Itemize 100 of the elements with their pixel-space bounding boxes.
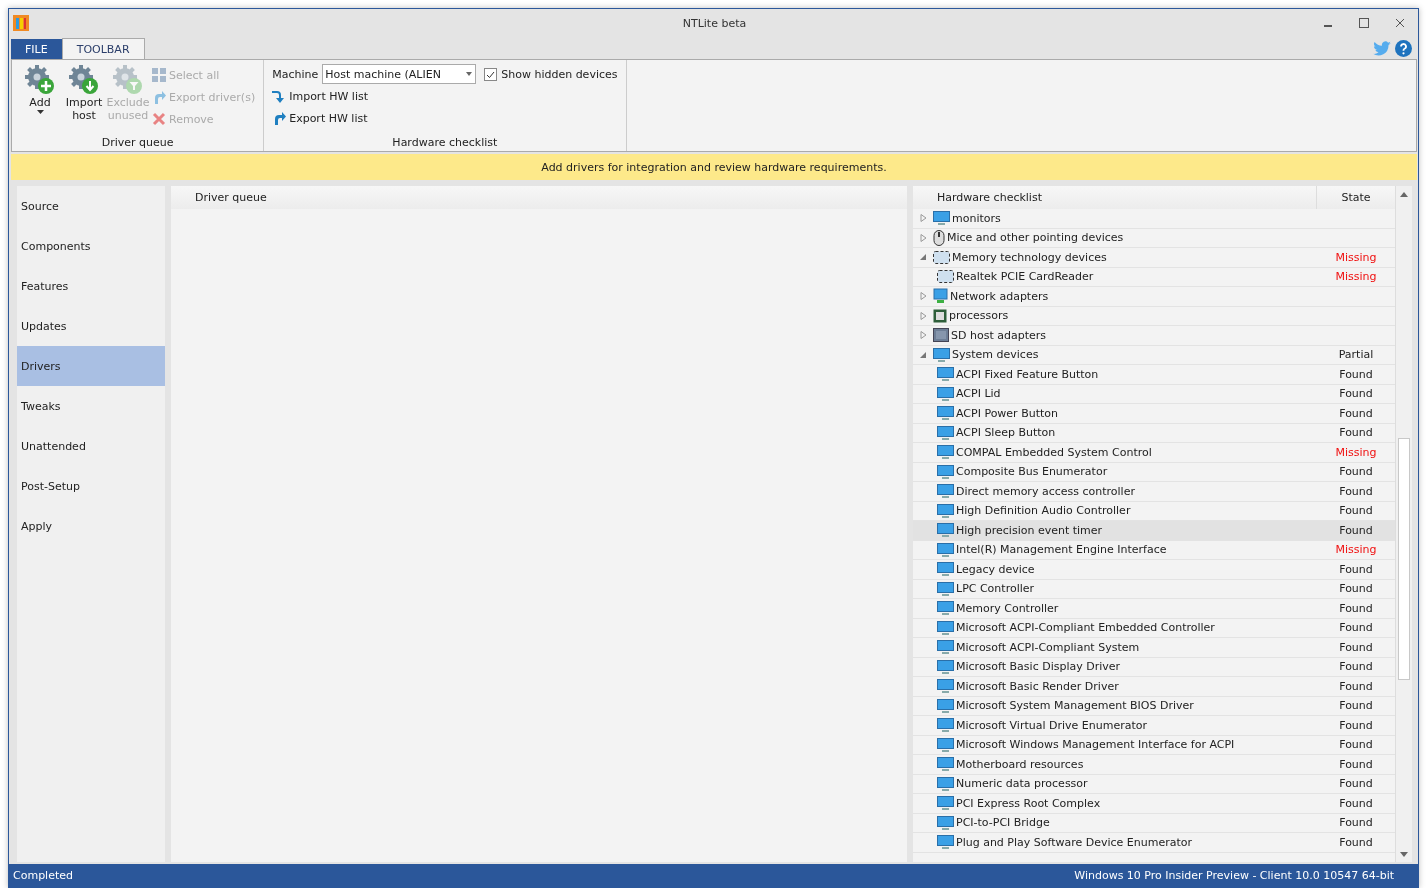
checkbox[interactable] — [484, 67, 498, 81]
tree-row[interactable]: processors — [913, 306, 1395, 326]
caret-icon — [36, 109, 44, 115]
tree-row[interactable]: SD host adapters — [913, 326, 1395, 346]
column-header: Driver queue — [194, 190, 268, 206]
card-icon — [933, 328, 949, 343]
tree-row[interactable]: Microsoft Basic Display Driver Found — [913, 657, 1395, 677]
up-arrow-icon[interactable] — [1400, 191, 1408, 197]
device-name: Microsoft Virtual Drive Enumerator — [956, 718, 1148, 732]
ribbon-button[interactable]: Import HW list — [272, 86, 618, 106]
tree-row[interactable]: System devices Partial — [913, 345, 1395, 365]
help-icon[interactable] — [1395, 40, 1412, 57]
tree-row[interactable]: PCI-to-PCI Bridge Found — [913, 813, 1395, 833]
collapsed-arrow-icon[interactable] — [920, 331, 927, 340]
tree-row[interactable]: Microsoft ACPI-Compliant Embedded Controller Found — [913, 618, 1395, 638]
state-text: Found — [1338, 367, 1374, 381]
state-text: Found — [1338, 523, 1374, 537]
machine-dropdown[interactable]: Host machine (ALIEN — [322, 64, 477, 84]
expanded-arrow-icon[interactable] — [920, 253, 927, 262]
sidebar-item[interactable]: Components — [17, 226, 165, 266]
tree-row[interactable]: Legacy device Found — [913, 560, 1395, 580]
device-name: System devices — [952, 348, 1039, 362]
ribbon-button[interactable]: Add — [20, 64, 60, 136]
tree-row[interactable]: Memory technology devices Missing — [913, 248, 1395, 268]
tree-row[interactable]: Microsoft System Management BIOS Driver Found — [913, 696, 1395, 716]
state-text: Found — [1338, 699, 1374, 713]
state-text: Found — [1338, 640, 1374, 654]
ribbon-button[interactable]: Import host — [64, 64, 104, 136]
tree-row[interactable]: Direct memory access controller Found — [913, 482, 1395, 502]
monitor-icon — [937, 757, 954, 772]
file-menu-tab[interactable]: FILE — [11, 39, 62, 59]
tree-row[interactable]: High precision event timer Found — [913, 521, 1395, 541]
monitor-icon — [937, 601, 954, 616]
status-text: Completed — [13, 869, 73, 882]
state-text: Found — [1338, 777, 1374, 791]
tree-row[interactable]: ACPI Fixed Feature Button Found — [913, 365, 1395, 385]
monitor-icon — [937, 367, 954, 382]
tree-row[interactable]: LPC Controller Found — [913, 579, 1395, 599]
device-name: Network adapters — [950, 289, 1049, 303]
sidebar-item[interactable]: Features — [17, 266, 165, 306]
scrollbar[interactable] — [1395, 186, 1412, 862]
tree-row[interactable]: ACPI Lid Found — [913, 384, 1395, 404]
tree-row[interactable]: Microsoft Windows Management Interface for ACPI Found — [913, 735, 1395, 755]
window-title: NTLite beta — [681, 16, 748, 30]
app-logo-icon — [13, 15, 29, 31]
down-arrow-icon[interactable] — [1400, 851, 1408, 857]
x-icon — [152, 112, 166, 126]
tree-row[interactable]: Mice and other pointing devices — [913, 228, 1395, 248]
device-name: processors — [949, 309, 1009, 323]
tree-row[interactable]: Microsoft ACPI-Compliant System Found — [913, 638, 1395, 658]
collapsed-arrow-icon[interactable] — [920, 233, 927, 242]
state-text: Missing — [1334, 543, 1378, 557]
device-name: Plug and Play Software Device Enumerator — [956, 835, 1193, 849]
tree-row[interactable]: Memory Controller Found — [913, 599, 1395, 619]
tree-row[interactable]: ACPI Sleep Button Found — [913, 423, 1395, 443]
sidebar-item[interactable]: Post-Setup — [17, 466, 165, 506]
tree-row[interactable]: Intel(R) Management Engine Interface Missing — [913, 540, 1395, 560]
tree-row[interactable]: Composite Bus Enumerator Found — [913, 462, 1395, 482]
tree-row[interactable]: Plug and Play Software Device Enumerator Found — [913, 833, 1395, 853]
tree-row[interactable]: monitors — [913, 209, 1395, 229]
ribbon-tab[interactable]: TOOLBAR — [61, 38, 145, 59]
sidebar-item[interactable]: Apply — [17, 506, 165, 546]
state-text: Found — [1338, 660, 1374, 674]
collapsed-arrow-icon[interactable] — [920, 292, 927, 301]
minimize-icon — [1324, 25, 1332, 27]
tree-row[interactable]: PCI Express Root Complex Found — [913, 794, 1395, 814]
tree-row[interactable]: Numeric data processor Found — [913, 774, 1395, 794]
tree-row[interactable]: ACPI Power Button Found — [913, 404, 1395, 424]
sidebar-item[interactable]: Tweaks — [17, 386, 165, 426]
tree-row[interactable]: Microsoft Virtual Drive Enumerator Found — [913, 716, 1395, 736]
sidebar-item[interactable]: Updates — [17, 306, 165, 346]
gear-filter-icon — [112, 64, 144, 96]
monitor-icon — [937, 445, 954, 460]
ribbon-button[interactable]: Export HW list — [272, 108, 618, 128]
expanded-arrow-icon[interactable] — [920, 350, 927, 359]
device-name: Realtek PCIE CardReader — [956, 270, 1094, 284]
sidebar-item[interactable]: Drivers — [17, 346, 165, 386]
state-text: Found — [1338, 718, 1374, 732]
monitor-icon — [937, 815, 954, 830]
collapsed-arrow-icon[interactable] — [920, 311, 927, 320]
state-text: Found — [1338, 484, 1374, 498]
machine-label: Machine — [272, 67, 319, 81]
device-name: PCI Express Root Complex — [956, 796, 1101, 810]
sidebar-item[interactable]: Unattended — [17, 426, 165, 466]
tree-row[interactable]: COMPAL Embedded System Control Missing — [913, 443, 1395, 463]
sidebar-item[interactable]: Source — [17, 186, 165, 226]
state-text: Found — [1338, 816, 1374, 830]
monitor-icon — [937, 542, 954, 557]
state-text: Found — [1338, 582, 1374, 596]
monitor-icon — [937, 523, 954, 538]
tree-row[interactable]: Realtek PCIE CardReader Missing — [913, 267, 1395, 287]
tree-row[interactable]: Motherboard resources Found — [913, 755, 1395, 775]
monitor-icon — [937, 835, 954, 850]
state-text: Missing — [1334, 250, 1378, 264]
monitor-icon — [937, 581, 954, 596]
tree-row[interactable]: Microsoft Basic Render Driver Found — [913, 677, 1395, 697]
collapsed-arrow-icon[interactable] — [920, 214, 927, 223]
device-name: ACPI Power Button — [956, 406, 1058, 420]
tree-row[interactable]: Network adapters — [913, 287, 1395, 307]
device-name: Microsoft Windows Management Interface for ACPI — [956, 738, 1235, 752]
